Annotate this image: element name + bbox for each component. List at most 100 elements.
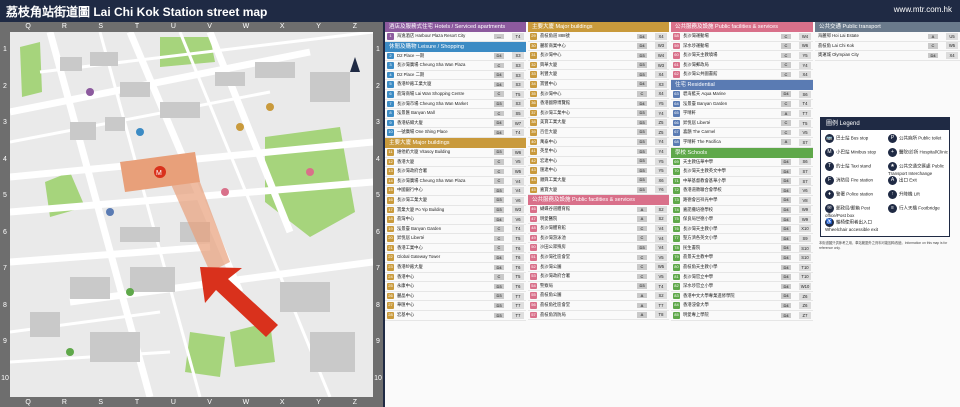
directory-row[interactable]: 64 泓景臺 Banyan Garden C T4	[671, 100, 813, 110]
directory-row[interactable]: 72 香港道教聯合會學校 D4 V6	[671, 186, 813, 196]
directory-row[interactable]: 55 荔枝角公園 A S2	[528, 291, 669, 302]
directory-row[interactable]: 57 荔枝角消防局 A T8	[528, 311, 669, 321]
transport-row[interactable]: 海麗邨 Hoi Lai Estate A U5	[815, 32, 960, 42]
directory-row[interactable]: 82 深水埗官立小學 D4 W10	[671, 282, 813, 292]
directory-row[interactable]: 20 昇悅居 Liberté C T5	[385, 234, 526, 244]
directory-row[interactable]: 4 D2 Place 二期 D4 S3	[385, 71, 526, 81]
directory-row[interactable]: 14 長沙灣廣場 Cheung Sha Wan Plaza C V4	[385, 177, 526, 187]
directory-row[interactable]: 49 長沙灣游泳池 C V4	[528, 234, 669, 244]
directory-row[interactable]: 56 荔枝角社區會堂 A T7	[528, 301, 669, 311]
street-map[interactable]: M	[10, 32, 373, 397]
directory-row[interactable]: 52 長沙灣公園 C W5	[528, 263, 669, 273]
directory-row[interactable]: 35 長沙灣中心 C X4	[528, 90, 669, 100]
directory-row[interactable]: 6 荔灣商場 Lai Wan Shopping Centre C T5	[385, 90, 526, 100]
directory-row[interactable]: 70 長沙灣天主教英文中學 D4 S7	[671, 167, 813, 177]
directory-row[interactable]: 62 長沙灣公共圖書館 C X4	[671, 70, 813, 80]
directory-row[interactable]: 78 民生書院 D4 S10	[671, 244, 813, 254]
directory-row[interactable]: 83 香港中文大學專業進修學院 D4 Z6	[671, 292, 813, 302]
directory-row[interactable]: 42 宏達中心 D3 Y5	[528, 157, 669, 167]
directory-row[interactable]: 46 蝴蝶谷道體育館 A S2	[528, 205, 669, 215]
directory-row[interactable]: 32 興華大廈 D3 W3	[528, 61, 669, 71]
directory-row[interactable]: 7 長沙灣市場 Cheung Sha Wan Market D3 S3	[385, 100, 526, 110]
directory-row[interactable]: 85 明愛專上學院 D4 Z7	[671, 311, 813, 321]
directory-row[interactable]: 81 長沙灣官立中學 D4 T10	[671, 273, 813, 283]
directory-row[interactable]: 80 荔枝角天主教小學 D4 T10	[671, 263, 813, 273]
directory-row[interactable]: 23 香港紗廠大廈 D4 T6	[385, 263, 526, 273]
directory-row[interactable]: 45 嘉寶大廈 D3 Y6	[528, 186, 669, 196]
directory-row[interactable]: 8 泓景匯 Banyan Mall C S5	[385, 109, 526, 119]
directory-row[interactable]: 34 寶豐中心 D4 X3	[528, 80, 669, 90]
grid-row-label: 6	[376, 228, 380, 236]
directory-row[interactable]: 79 荔景天主教中學 D4 S10	[671, 253, 813, 264]
directory-row[interactable]: 16 長沙灣工業大廈 D3 V6	[385, 196, 526, 206]
directory-row[interactable]: 15 中國銀行中心 D3 V4	[385, 186, 526, 196]
directory-row[interactable]: 47 明愛醫院 A S2	[528, 215, 669, 225]
directory-row[interactable]: 43 匯達中心 D3 Y5	[528, 166, 669, 176]
directory-row[interactable]: 36 香港國際博覽館 D4 Y5	[528, 99, 669, 109]
item-number-badge: 77	[673, 235, 680, 242]
item-name: 長沙灣政府合署	[397, 168, 428, 174]
directory-row[interactable]: 51 長沙灣社區會堂 C V5	[528, 253, 669, 263]
directory-row[interactable]: 66 昇悅居 Liberté C T5	[671, 119, 813, 129]
directory-row[interactable]: 59 深水埗運動場 C W6	[671, 42, 813, 52]
directory-row[interactable]: 30 麗新商業中心 D4 W3	[528, 42, 669, 52]
grid-reference: Y4	[655, 147, 667, 155]
directory-row[interactable]: 73 路德會呂祥光中學 D4 V8	[671, 196, 813, 206]
directory-row[interactable]: 69 天主教伍華中學 D4 S6	[671, 158, 813, 168]
directory-row[interactable]: 74 嘉諾撒培德學校 D4 W9	[671, 206, 813, 216]
directory-row[interactable]: 68 宇晴軒 The Pacifica A S7	[671, 138, 813, 148]
directory-row[interactable]: 24 香港中心 C T5	[385, 273, 526, 283]
directory-row[interactable]: 48 長沙灣體育館 C V4	[528, 224, 669, 234]
directory-row[interactable]: 67 喜韻 The Carmel C V5	[671, 128, 813, 138]
directory-row[interactable]: 31 長沙灣中心 D3 W4	[528, 51, 669, 61]
directory-row[interactable]: 53 長沙灣政府合署 C V5	[528, 272, 669, 282]
directory-row[interactable]: 40 萬泰中心 D3 Y4	[528, 138, 669, 148]
directory-row[interactable]: 3 長沙灣廣場 Cheung Sha Wan Plaza C S3	[385, 61, 526, 71]
directory-row[interactable]: 41 英皇中心 D3 Y4	[528, 147, 669, 157]
directory-row[interactable]: 10 一號廣場 One Shing Place D4 T4	[385, 128, 526, 138]
directory-row[interactable]: 27 華匯中心 D3 T7	[385, 301, 526, 312]
directory-row[interactable]: 5 香港紗廠工業大廈 D4 S3	[385, 80, 526, 90]
exit-code: D3	[494, 293, 504, 299]
directory-row[interactable]: 25 永康中心 D3 T6	[385, 282, 526, 292]
directory-row[interactable]: 39 百佳大廈 D3 Z5	[528, 128, 669, 138]
directory-row[interactable]: 54 警察局 D3 T4	[528, 282, 669, 292]
directory-row[interactable]: 2 D2 Place 一期 D4 S3	[385, 52, 526, 62]
directory-row[interactable]: 58 長沙灣運動場 C W4	[671, 32, 813, 42]
exit-code: D4	[637, 43, 647, 49]
directory-row[interactable]: 13 長沙灣政府合署 C W5	[385, 167, 526, 177]
directory-row[interactable]: 77 聖方濟各英文小學 D4 S9	[671, 234, 813, 244]
directory-row[interactable]: 33 利豐大廈 D3 X4	[528, 70, 669, 80]
directory-row[interactable]: 17 寶業大廈 Po Yip Building D3 W3	[385, 206, 526, 216]
legend-icon: ≡	[888, 204, 897, 213]
directory-row[interactable]: 84 香港浸會大學 D4 Z6	[671, 301, 813, 312]
directory-row[interactable]: 21 香港工業中心 C T6	[385, 244, 526, 254]
directory-row[interactable]: 44 順興工業大廈 D3 X6	[528, 176, 669, 186]
directory-row[interactable]: 61 長沙灣郵政局 C Y4	[671, 61, 813, 71]
directory-row[interactable]: 26 麗晶中心 D3 T7	[385, 292, 526, 302]
directory-row[interactable]: 63 碧海藍天 Aqua Marine D4 S6	[671, 90, 813, 100]
grid-column-label: Q	[25, 23, 31, 30]
transport-row[interactable]: 奧運城 Olympian City D4 X4	[815, 51, 960, 61]
directory-row[interactable]: 19 泓景臺 Banyan Garden C T4	[385, 225, 526, 235]
transport-row[interactable]: 荔枝角 Lai Chi Kok C W5	[815, 42, 960, 52]
directory-row[interactable]: 29 荔枝角道 888號 D4 X4	[528, 32, 669, 42]
directory-row[interactable]: 50 沙田公眾殮房 D3 V4	[528, 243, 669, 254]
directory-row[interactable]: 38 美寶工業大廈 D3 Z5	[528, 118, 669, 128]
directory-row[interactable]: 71 中華基督教會基華小學 D4 S7	[671, 177, 813, 187]
directory-row[interactable]: 22 Global Gateway Tower D4 T6	[385, 253, 526, 264]
directory-row[interactable]: 18 荔灣中心 D4 V6	[385, 215, 526, 225]
directory-row[interactable]: 65 宇晴軒 A T7	[671, 109, 813, 119]
directory-row[interactable]: 75 保良局世德小學 D4 W9	[671, 215, 813, 225]
directory-row[interactable]: 28 宏基中心 D3 T7	[385, 311, 526, 321]
directory-row[interactable]: 11 維他奶大廈 Vitasoy Building D3 W6	[385, 148, 526, 158]
website-link[interactable]: www.mtr.com.hk	[894, 5, 952, 14]
directory-row[interactable]: 9 香港紡織大廈 D4 W7	[385, 119, 526, 129]
item-name: 長沙灣廣場 Cheung Sha Wan Plaza	[397, 62, 466, 68]
directory-row[interactable]: 12 香港大廈 C V5	[385, 158, 526, 168]
directory-row[interactable]: 37 長沙灣工業中心 D3 Y4	[528, 109, 669, 119]
directory-row[interactable]: 76 長沙灣天主教小學 D4 X10	[671, 225, 813, 235]
directory-row[interactable]: 60 長沙灣天主教墳場 C Y5	[671, 51, 813, 61]
directory-row[interactable]: 1 海逸酒店 Harbour Plaza Resort City — T4	[385, 32, 526, 42]
exit-code: D3	[494, 302, 504, 309]
